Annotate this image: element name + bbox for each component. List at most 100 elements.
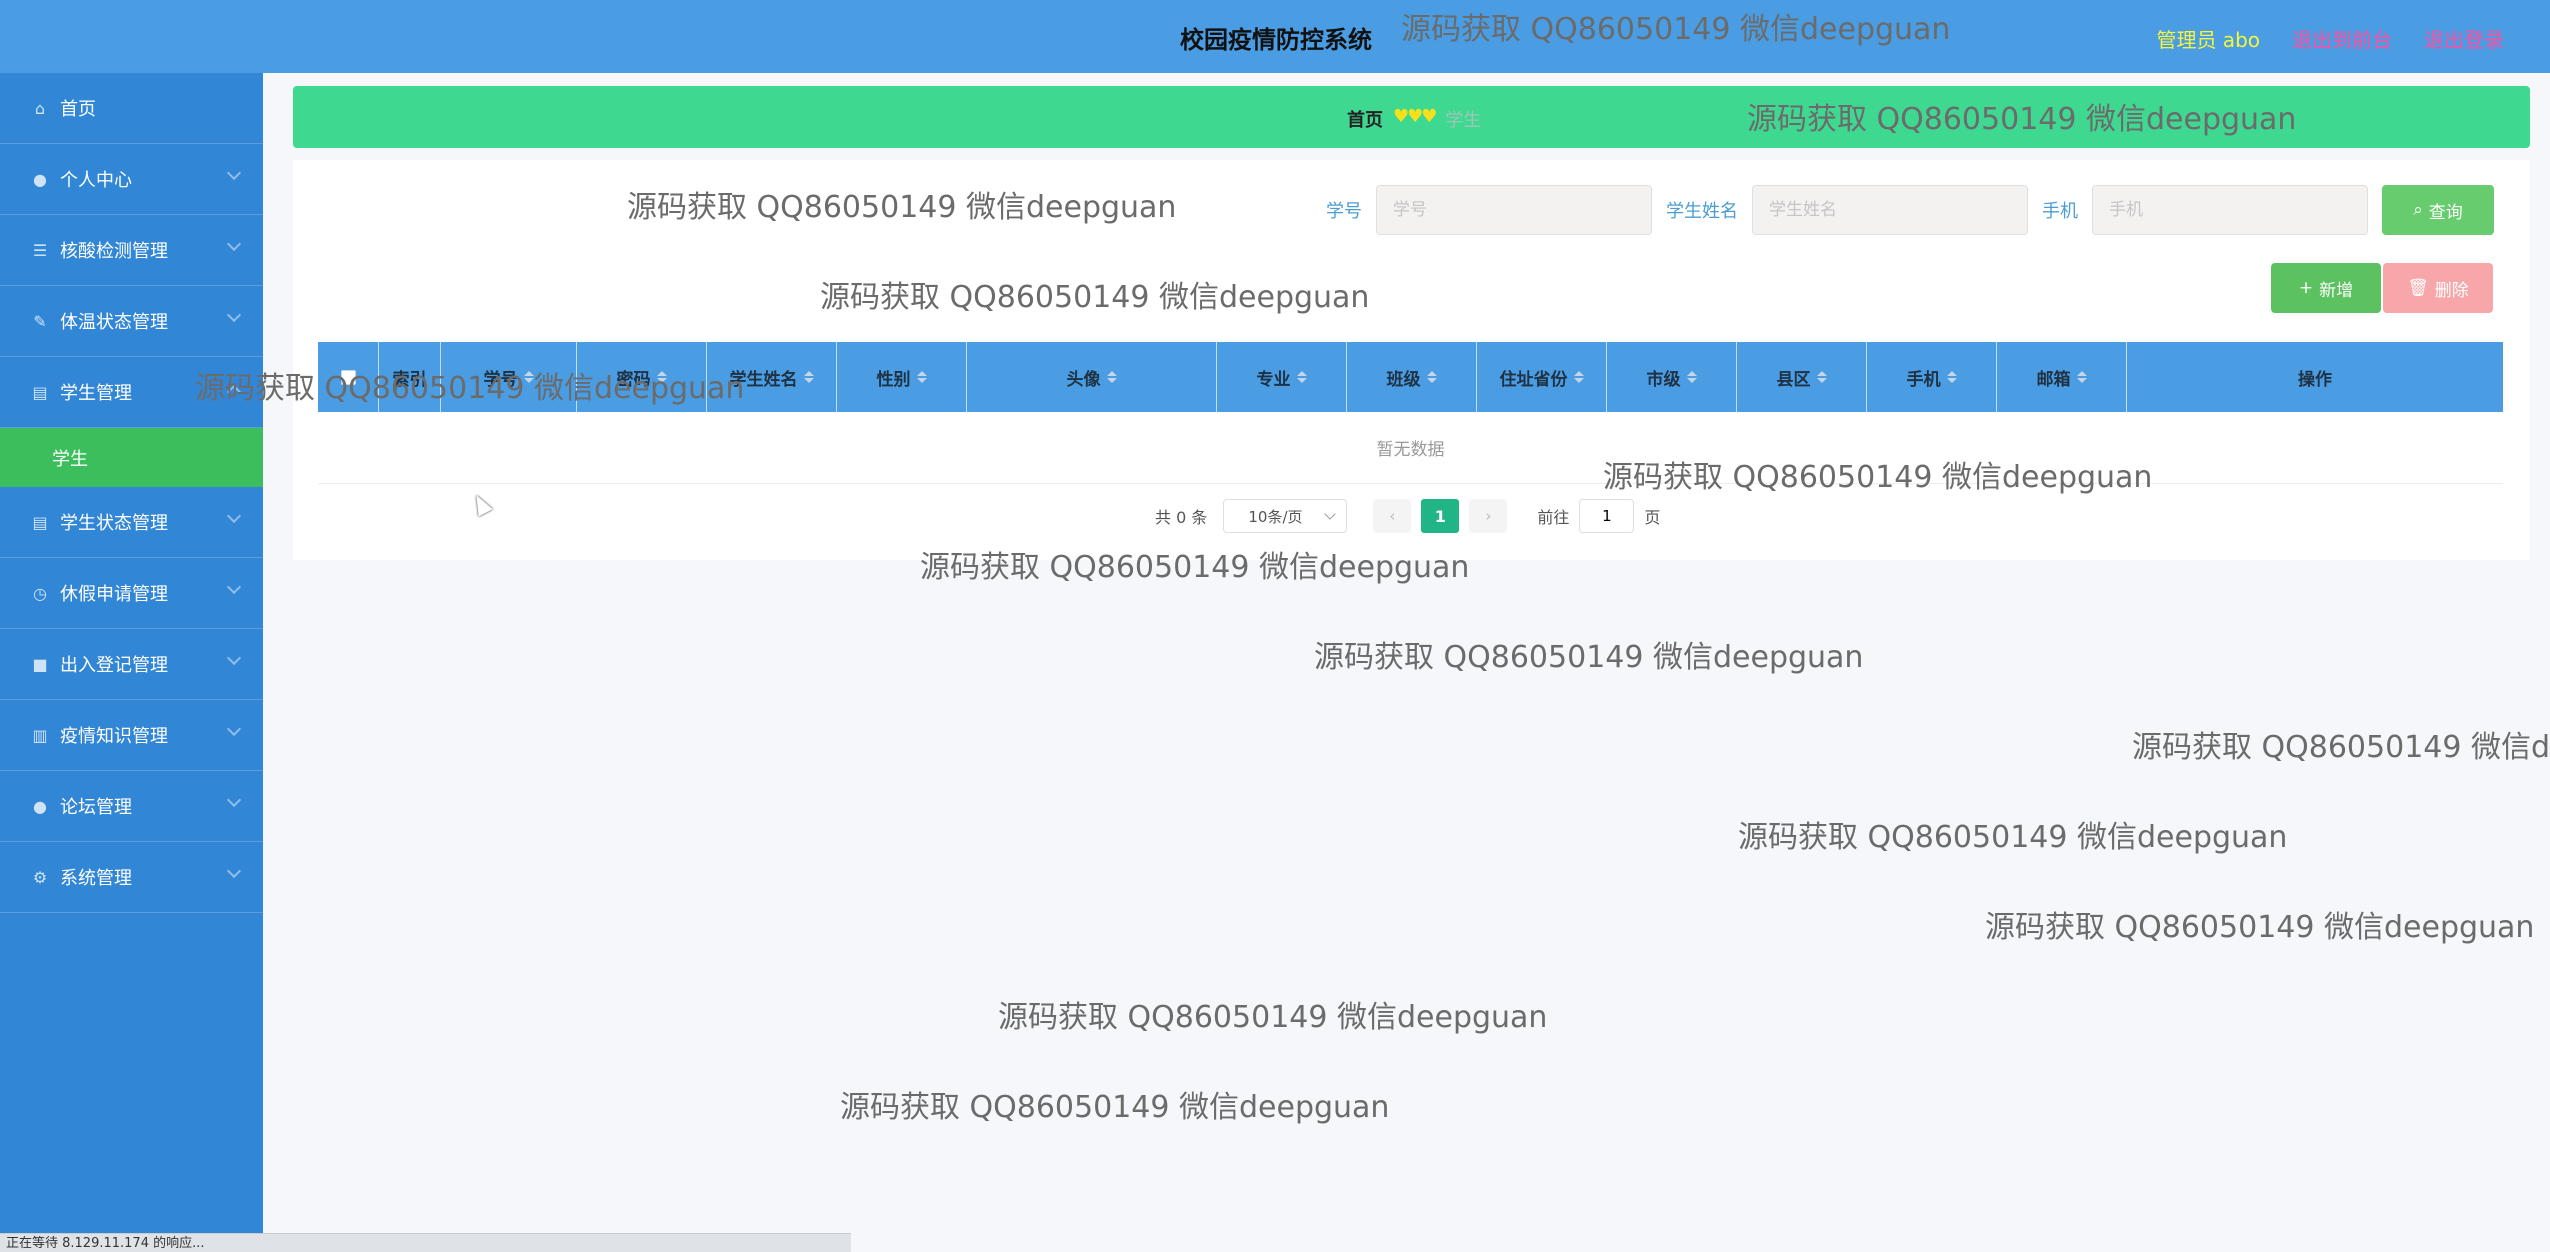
- column-label: 专业: [1256, 369, 1291, 390]
- edit-icon: ✎: [33, 311, 47, 331]
- column-label: 班级: [1386, 369, 1421, 390]
- chevron-up-icon: [226, 384, 242, 400]
- delete-button-label: 删除: [2434, 280, 2469, 301]
- sidebar-item-label: 系统管理: [60, 868, 132, 889]
- column-header-gender[interactable]: 性别: [837, 342, 967, 412]
- breadcrumb-home[interactable]: 首页: [1347, 106, 1383, 132]
- column-label: 性别: [876, 369, 911, 390]
- back-to-front-link[interactable]: 退出到前台: [2292, 24, 2392, 53]
- sidebar-item-personal-center[interactable]: ● 个人中心: [0, 144, 263, 215]
- add-button-label: 新增: [2319, 280, 2354, 301]
- sidebar-item-leave[interactable]: ◷ 休假申请管理: [0, 558, 263, 629]
- sort-icon: [1573, 371, 1584, 383]
- clipboard-icon: ▤: [32, 512, 48, 532]
- chevron-down-icon: [226, 508, 242, 524]
- watermark: 源码获取 QQ86050149 微信deepguan: [1314, 640, 1864, 675]
- top-header: 校园疫情防控系统 管理员 abo 退出到前台 退出登录: [0, 0, 2550, 73]
- column-header-major[interactable]: 专业: [1217, 342, 1347, 412]
- next-page-button[interactable]: ›: [1469, 499, 1508, 533]
- page-size-select[interactable]: 10条/页: [1223, 499, 1348, 533]
- sidebar-item-label: 个人中心: [60, 170, 132, 191]
- sort-icon: [1296, 371, 1307, 383]
- phone-label: 手机: [2042, 201, 2078, 222]
- select-all-checkbox[interactable]: [340, 369, 356, 385]
- column-label: 索引: [392, 369, 427, 390]
- sliders-icon: ☰: [32, 240, 48, 260]
- sidebar-item-nucleic-test[interactable]: ☰ 核酸检测管理: [0, 215, 263, 286]
- column-header-county[interactable]: 县区: [1737, 342, 1867, 412]
- column-header-province[interactable]: 住址省份: [1477, 342, 1607, 412]
- add-button[interactable]: + 新增: [2271, 263, 2381, 313]
- sidebar-item-epidemic-knowledge[interactable]: ▥ 疫情知识管理: [0, 700, 263, 771]
- sidebar-item-student-mgmt[interactable]: ▤ 学生管理: [0, 357, 263, 428]
- column-label: 手机: [1906, 369, 1941, 390]
- sidebar-item-system[interactable]: ⚙ 系统管理: [0, 842, 263, 913]
- watermark: 源码获取 QQ86050149 微信deepguan: [2132, 730, 2550, 765]
- student-no-label: 学号: [1326, 201, 1362, 222]
- column-header-city[interactable]: 市级: [1607, 342, 1737, 412]
- column-header-class[interactable]: 班级: [1347, 342, 1477, 412]
- column-label: 学生姓名: [729, 369, 798, 390]
- sort-icon: [916, 371, 927, 383]
- column-header-index[interactable]: 索引: [379, 342, 441, 412]
- sidebar-item-temperature[interactable]: ✎ 体温状态管理: [0, 286, 263, 357]
- sort-icon: [803, 371, 814, 383]
- column-header-student-no[interactable]: 学号: [441, 342, 577, 412]
- sort-icon: [1816, 371, 1827, 383]
- chevron-down-icon: [226, 307, 242, 323]
- user-icon: ●: [33, 169, 47, 189]
- column-header-student-name[interactable]: 学生姓名: [707, 342, 837, 412]
- sidebar-item-label: 疫情知识管理: [60, 726, 168, 747]
- total-count: 共 0 条: [1155, 508, 1208, 527]
- sidebar-item-forum[interactable]: ● 论坛管理: [0, 771, 263, 842]
- sidebar-subitem-student[interactable]: 学生: [0, 428, 263, 487]
- column-label: 邮箱: [2036, 369, 2071, 390]
- page-number-active[interactable]: 1: [1421, 499, 1460, 533]
- query-button[interactable]: ⌕ 查询: [2382, 185, 2494, 235]
- page-size-value: 10条/页: [1248, 507, 1303, 526]
- student-name-input[interactable]: [1752, 185, 2028, 235]
- chevron-down-icon: [226, 579, 242, 595]
- student-no-input[interactable]: [1376, 185, 1652, 235]
- empty-data-row: 暂无数据: [318, 412, 2503, 484]
- sidebar-item-label: 论坛管理: [60, 797, 132, 818]
- chevron-down-icon: [226, 721, 242, 737]
- sort-icon: [656, 371, 667, 383]
- column-header-phone[interactable]: 手机: [1867, 342, 1997, 412]
- sort-icon: [1106, 371, 1117, 383]
- goto-page-input[interactable]: [1579, 499, 1635, 533]
- sidebar-item-label: 学生管理: [60, 383, 132, 404]
- sort-icon: [1686, 371, 1697, 383]
- chevron-down-icon: [226, 236, 242, 252]
- column-label: 密码: [616, 369, 651, 390]
- delete-button[interactable]: 🗑 删除: [2383, 263, 2493, 313]
- sidebar-item-home[interactable]: ⌂ 首页: [0, 73, 263, 144]
- student-name-label: 学生姓名: [1666, 201, 1738, 222]
- sidebar-item-label: 出入登记管理: [60, 655, 168, 676]
- phone-input[interactable]: [2092, 185, 2368, 235]
- select-all-cell: [318, 342, 379, 412]
- sidebar-item-label: 学生状态管理: [60, 513, 168, 534]
- sidebar-item-student-status[interactable]: ▤ 学生状态管理: [0, 487, 263, 558]
- watermark: 源码获取 QQ86050149 微信deepguan: [998, 1000, 1548, 1035]
- home-icon: ⌂: [34, 98, 46, 118]
- column-header-password[interactable]: 密码: [577, 342, 707, 412]
- breadcrumb-current: 学生: [1445, 110, 1482, 131]
- sidebar-item-label: 体温状态管理: [60, 312, 168, 333]
- column-label: 住址省份: [1499, 369, 1568, 390]
- logout-link[interactable]: 退出登录: [2424, 24, 2504, 53]
- app-title: 校园疫情防控系统: [1180, 26, 1372, 54]
- chevron-down-icon: [226, 792, 242, 808]
- prev-page-button[interactable]: ‹: [1373, 499, 1412, 533]
- chevron-down-icon: [226, 165, 242, 181]
- column-header-avatar[interactable]: 头像: [967, 342, 1217, 412]
- sidebar-item-access-log[interactable]: ■ 出入登记管理: [0, 629, 263, 700]
- gear-icon: ⚙: [32, 867, 48, 887]
- watermark: 源码获取 QQ86050149 微信deepguan: [840, 1090, 1390, 1125]
- admin-label: 管理员 abo: [2156, 28, 2260, 52]
- header-links: 管理员 abo 退出到前台 退出登录: [2156, 24, 2504, 53]
- main-panel: 学号 学生姓名 手机 ⌕ 查询 + 新增 🗑 删除 索引 学号: [293, 160, 2530, 560]
- column-header-email[interactable]: 邮箱: [1997, 342, 2127, 412]
- sort-icon: [1946, 371, 1957, 383]
- sort-icon: [523, 371, 534, 383]
